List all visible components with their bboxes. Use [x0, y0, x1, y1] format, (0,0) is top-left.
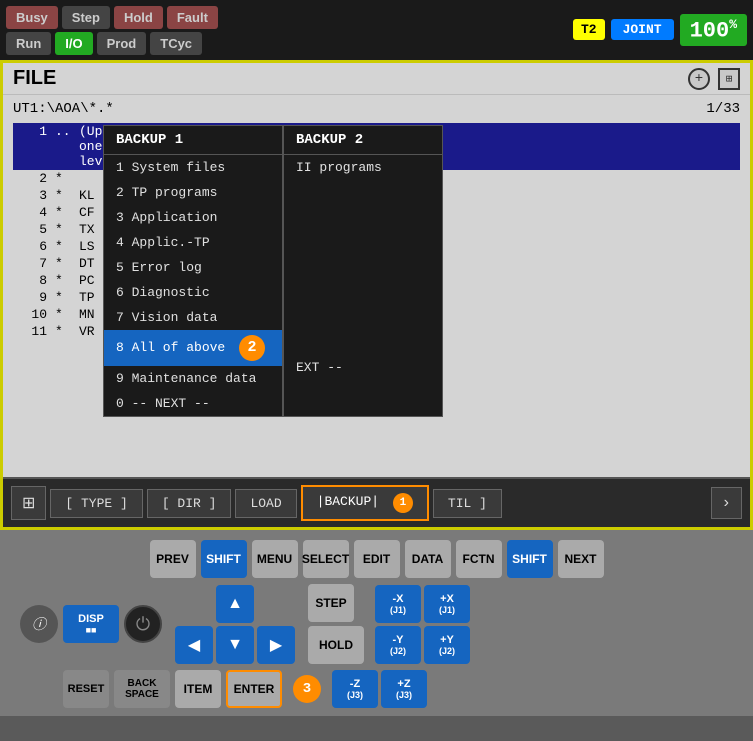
mode-indicators: T2 JOINT 100% — [573, 14, 747, 46]
dropdown-overlay: BACKUP 1 1 System files 2 TP programs 3 … — [103, 125, 443, 417]
joint-badge: JOINT — [611, 19, 674, 40]
grid-toolbar-icon: ⊞ — [22, 493, 35, 513]
backup2-item-5 — [284, 255, 442, 280]
menu-item-next[interactable]: 0 -- NEXT -- — [104, 391, 282, 416]
t2-badge: T2 — [573, 19, 605, 40]
type-button[interactable]: [ TYPE ] — [50, 489, 142, 518]
menu-item-error-log[interactable]: 5 Error log — [104, 255, 282, 280]
util-button[interactable]: TIL ] — [433, 489, 502, 518]
menu-item-maintenance[interactable]: 9 Maintenance data — [104, 366, 282, 391]
backup2-item-1[interactable]: II programs — [284, 155, 442, 180]
backup1-header: BACKUP 1 — [104, 126, 282, 155]
backup2-item-10 — [284, 380, 442, 405]
backup-button[interactable]: |BACKUP| 1 — [301, 485, 429, 521]
status-buttons-left: Busy Step Hold Fault Run I/O Prod TCyc — [6, 6, 218, 55]
backup1-menu: BACKUP 1 1 System files 2 TP programs 3 … — [103, 125, 283, 417]
reset-key[interactable]: RESET — [63, 670, 109, 708]
hold-key[interactable]: HOLD — [308, 626, 364, 664]
edit-key[interactable]: EDIT — [354, 540, 400, 578]
plus-x-j1-key[interactable]: +X(J1) — [424, 585, 470, 623]
item-key[interactable]: ITEM — [175, 670, 221, 708]
load-button[interactable]: LOAD — [235, 489, 296, 518]
grid-toolbar-button[interactable]: ⊞ — [11, 486, 46, 520]
file-page: 1/33 — [706, 101, 740, 117]
select-key[interactable]: SELECT — [303, 540, 349, 578]
file-path: UT1:\AOA\*.* — [13, 101, 114, 117]
menu-item-application[interactable]: 3 Application — [104, 205, 282, 230]
backup2-item-7 — [284, 305, 442, 330]
backup2-menu: BACKUP 2 II programs EXT -- — [283, 125, 443, 417]
backup2-item-2 — [284, 180, 442, 205]
backup2-item-4 — [284, 230, 442, 255]
enter-key[interactable]: ENTER — [226, 670, 282, 708]
file-browser: UT1:\AOA\*.* 1/33 1 .. (Up one level) <D… — [3, 95, 750, 477]
fault-button[interactable]: Fault — [167, 6, 218, 29]
info-key[interactable]: ⓘ — [20, 605, 58, 643]
arrow-down-key[interactable]: ▼ — [216, 626, 254, 664]
backup2-item-6 — [284, 280, 442, 305]
busy-button[interactable]: Busy — [6, 6, 58, 29]
bottom-toolbar: ⊞ [ TYPE ] [ DIR ] LOAD |BACKUP| 1 TIL ]… — [3, 477, 750, 527]
keyboard-row-2: ⓘ DISP■■ ⏻ ▲ ◀ ▼ ▶ STEP HOLD -X(J1) +X(J… — [20, 584, 733, 664]
top-status-bar: Busy Step Hold Fault Run I/O Prod TCyc T… — [0, 0, 753, 60]
axis-z-group: -Z(J3) +Z(J3) — [332, 670, 427, 708]
backup2-item-8 — [284, 330, 442, 355]
arrow-up-key[interactable]: ▲ — [216, 585, 254, 623]
fctn-key[interactable]: FCTN — [456, 540, 502, 578]
step-key[interactable]: STEP — [308, 584, 354, 622]
toolbar-arrow-button[interactable]: › — [711, 487, 742, 519]
next-key[interactable]: NEXT — [558, 540, 604, 578]
badge-3: 3 — [293, 675, 321, 703]
disp-key[interactable]: DISP■■ — [63, 605, 119, 643]
menu-key[interactable]: MENU — [252, 540, 298, 578]
keyboard-row-3: RESET BACKSPACE ITEM ENTER 3 -Z(J3) +Z(J… — [20, 670, 733, 708]
plus-z-j3-key[interactable]: +Z(J3) — [381, 670, 427, 708]
shift-key-left[interactable]: SHIFT — [201, 540, 247, 578]
grid-icon[interactable]: ⊞ — [718, 68, 740, 90]
shift-key-right[interactable]: SHIFT — [507, 540, 553, 578]
menu-item-tp-programs[interactable]: 2 TP programs — [104, 180, 282, 205]
minus-y-j2-key[interactable]: -Y(J2) — [375, 626, 421, 664]
prod-button[interactable]: Prod — [97, 32, 147, 55]
path-row: UT1:\AOA\*.* 1/33 — [13, 101, 740, 117]
power-key[interactable]: ⏻ — [124, 605, 162, 643]
data-key[interactable]: DATA — [405, 540, 451, 578]
main-panel: FILE + ⊞ UT1:\AOA\*.* 1/33 1 .. (Up one … — [0, 60, 753, 530]
menu-item-diagnostic[interactable]: 6 Diagnostic — [104, 280, 282, 305]
io-button[interactable]: I/O — [55, 32, 92, 55]
minus-x-j1-key[interactable]: -X(J1) — [375, 585, 421, 623]
menu-item-all-above[interactable]: 8 All of above 2 — [104, 330, 282, 366]
axis-x-y-group: -X(J1) +X(J1) -Y(J2) +Y(J2) — [375, 585, 470, 664]
step-button[interactable]: Step — [62, 6, 110, 29]
arrow-right-key[interactable]: ▶ — [257, 626, 295, 664]
backspace-key[interactable]: BACKSPACE — [114, 670, 170, 708]
backup2-header: BACKUP 2 — [284, 126, 442, 155]
speed-percent: 100% — [680, 14, 747, 46]
tcyc-button[interactable]: TCyc — [150, 32, 202, 55]
plus-icon[interactable]: + — [688, 68, 710, 90]
arrow-pad: ▲ ◀ ▼ ▶ — [175, 585, 295, 664]
step-hold-group: STEP HOLD — [308, 584, 364, 664]
file-title: FILE — [13, 67, 56, 90]
disp-power-group: DISP■■ — [63, 605, 119, 643]
minus-z-j3-key[interactable]: -Z(J3) — [332, 670, 378, 708]
hold-button[interactable]: Hold — [114, 6, 163, 29]
menu-item-applic-tp[interactable]: 4 Applic.-TP — [104, 230, 282, 255]
dir-button[interactable]: [ DIR ] — [147, 489, 232, 518]
plus-y-j2-key[interactable]: +Y(J2) — [424, 626, 470, 664]
file-header: FILE + ⊞ — [3, 63, 750, 95]
menu-item-system-files[interactable]: 1 System files — [104, 155, 282, 180]
badge-2: 2 — [239, 335, 265, 361]
keyboard-row-1: PREV SHIFT MENU SELECT EDIT DATA FCTN SH… — [20, 540, 733, 578]
file-icons: + ⊞ — [688, 68, 740, 90]
menu-item-vision-data[interactable]: 7 Vision data — [104, 305, 282, 330]
keyboard-area: PREV SHIFT MENU SELECT EDIT DATA FCTN SH… — [0, 530, 753, 716]
toolbar-badge-1: 1 — [393, 493, 413, 513]
run-button[interactable]: Run — [6, 32, 51, 55]
backup2-item-ext[interactable]: EXT -- — [284, 355, 442, 380]
prev-key[interactable]: PREV — [150, 540, 196, 578]
arrow-left-key[interactable]: ◀ — [175, 626, 213, 664]
backup2-item-3 — [284, 205, 442, 230]
